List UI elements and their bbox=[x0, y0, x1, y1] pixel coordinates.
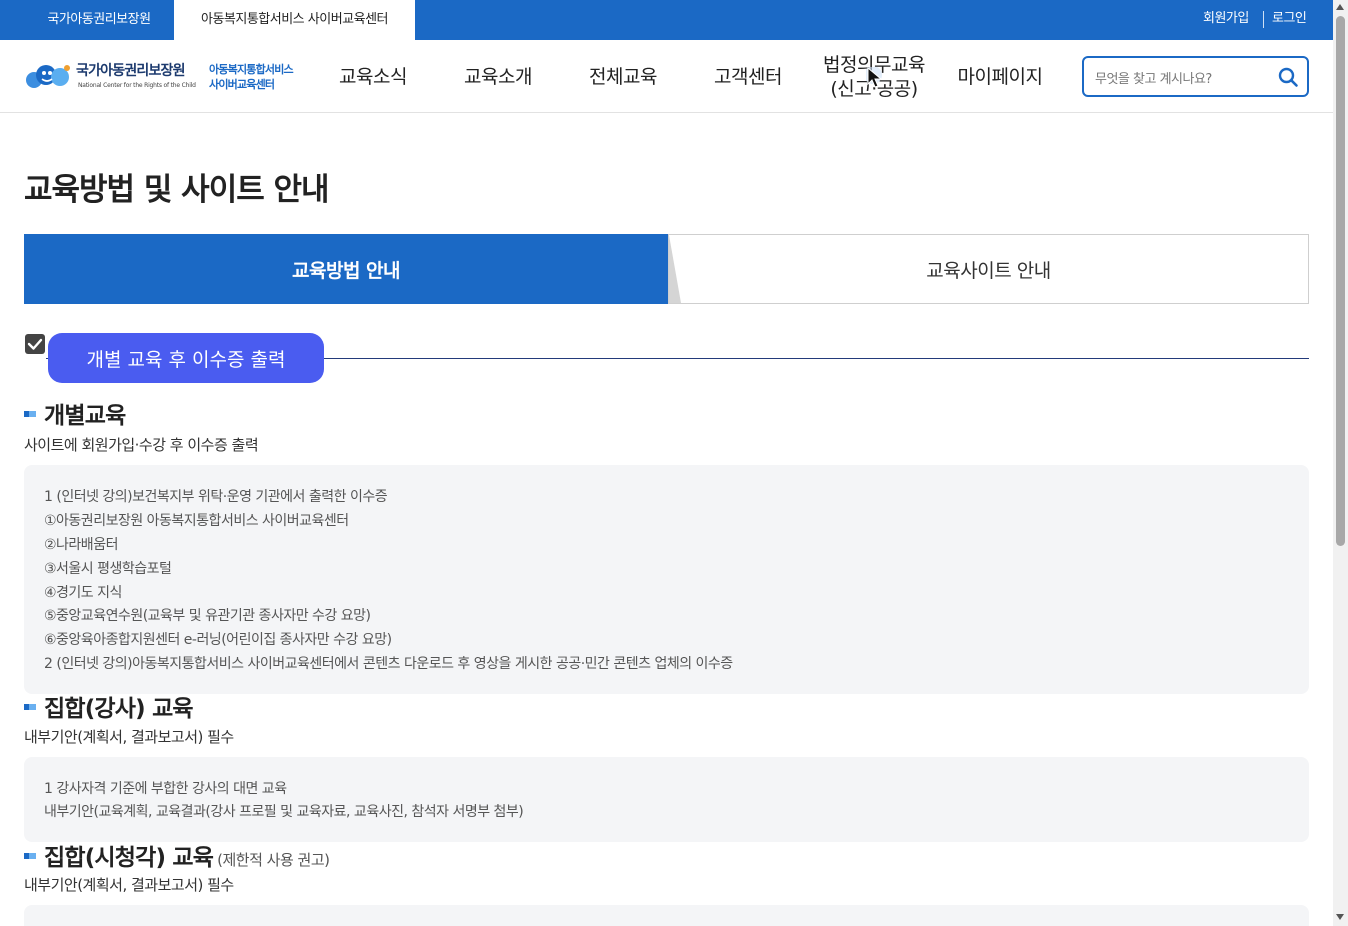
tab-edu-site[interactable]: 교육사이트 안내 bbox=[668, 234, 1309, 304]
nav-edu-news[interactable]: 교육소식 bbox=[322, 40, 424, 113]
content-tabs: 교육방법 안내 교육사이트 안내 bbox=[24, 234, 1309, 304]
tab-fold-shadow bbox=[669, 235, 681, 303]
section-heading-text: 집합(시청각) 교육 bbox=[44, 845, 214, 871]
info-box-group-instructor: 1 강사자격 기준에 부합한 강사의 대면 교육 내부기안(교육계획, 교육결과… bbox=[24, 757, 1309, 842]
mouse-cursor-icon bbox=[866, 67, 883, 88]
scroll-down-arrow-icon[interactable] bbox=[1336, 914, 1344, 920]
section-heading-note: (제한적 사용 권고) bbox=[217, 851, 330, 869]
section-heading-individual: 개별교육 bbox=[24, 396, 126, 430]
nav-edu-intro[interactable]: 교육소개 bbox=[447, 40, 549, 113]
logo-sub-line1: 아동복지통합서비스 bbox=[209, 63, 294, 76]
scroll-up-arrow-icon[interactable] bbox=[1336, 4, 1344, 10]
logo-name-en: National Center for the Rights of the Ch… bbox=[78, 82, 196, 89]
site-tab-ncrc[interactable]: 국가아동권리보장원 bbox=[24, 0, 174, 40]
info-line: ①아동권리보장원 아동복지통합서비스 사이버교육센터 bbox=[44, 513, 349, 529]
info-box-group-av bbox=[24, 905, 1309, 926]
tab-edu-method[interactable]: 교육방법 안내 bbox=[24, 234, 668, 304]
tab-edu-site-label: 교육사이트 안내 bbox=[926, 259, 1051, 282]
square-bullet-icon bbox=[24, 410, 36, 417]
signup-link[interactable]: 회원가입 bbox=[1203, 0, 1249, 40]
page-title: 교육방법 및 사이트 안내 bbox=[24, 172, 330, 208]
section-subtext: 사이트에 회원가입·수강 후 이수증 출력 bbox=[24, 436, 259, 454]
info-line: ④경기도 지식 bbox=[44, 585, 122, 601]
search-icon[interactable] bbox=[1277, 66, 1299, 88]
info-line: ③서울시 평생학습포털 bbox=[44, 561, 172, 577]
login-link[interactable]: 로그인 bbox=[1272, 0, 1307, 40]
top-utility-bar: 국가아동권리보장원 아동복지통합서비스 사이버교육센터 회원가입 로그인 bbox=[0, 0, 1333, 40]
info-line: ②나라배움터 bbox=[44, 537, 118, 553]
info-box-individual: 1 (인터넷 강의)보건복지부 위탁·운영 기관에서 출력한 이수증 ①아동권리… bbox=[24, 465, 1309, 694]
search-box[interactable]: 무엇을 찾고 계시나요? bbox=[1082, 56, 1309, 97]
checkbox-icon bbox=[25, 334, 45, 354]
scrollbar-thumb[interactable] bbox=[1336, 16, 1345, 546]
square-bullet-icon bbox=[24, 703, 36, 710]
section-heading-text: 집합(강사) 교육 bbox=[44, 696, 194, 722]
square-bullet-icon bbox=[24, 852, 36, 859]
site-tab-cyber-edu[interactable]: 아동복지통합서비스 사이버교육센터 bbox=[174, 0, 415, 40]
section-subtext: 내부기안(계획서, 결과보고서) 필수 bbox=[24, 728, 234, 746]
info-line: 1 강사자격 기준에 부합한 강사의 대면 교육 bbox=[44, 781, 287, 797]
site-header: 국가아동권리보장원 National Center for the Rights… bbox=[0, 40, 1333, 113]
util-divider bbox=[1263, 11, 1264, 28]
site-logo[interactable]: 국가아동권리보장원 National Center for the Rights… bbox=[24, 60, 304, 94]
badge-individual-cert: 개별 교육 후 이수증 출력 bbox=[48, 333, 324, 383]
logo-name-ko: 국가아동권리보장원 bbox=[76, 63, 186, 79]
section-heading-text: 개별교육 bbox=[44, 403, 126, 429]
nav-mypage[interactable]: 마이페이지 bbox=[945, 40, 1055, 113]
search-input[interactable]: 무엇을 찾고 계시나요? bbox=[1095, 68, 1212, 87]
info-line: 2 (인터넷 강의)아동복지통합서비스 사이버교육센터에서 콘텐츠 다운로드 후… bbox=[44, 656, 733, 672]
nav-customer-center[interactable]: 고객센터 bbox=[697, 40, 799, 113]
section-heading-group-instructor: 집합(강사) 교육 bbox=[24, 689, 194, 723]
info-line: ⑤중앙교육연수원(교육부 및 유관기관 종사자만 수강 요망) bbox=[44, 608, 371, 624]
info-line: 1 (인터넷 강의)보건복지부 위탁·운영 기관에서 출력한 이수증 bbox=[44, 489, 388, 505]
section-heading-group-av: 집합(시청각) 교육 (제한적 사용 권고) bbox=[24, 838, 330, 872]
section-subtext: 내부기안(계획서, 결과보고서) 필수 bbox=[24, 876, 234, 894]
info-line: 내부기안(교육계획, 교육결과(강사 프로필 및 교육자료, 교육사진, 참석자… bbox=[44, 804, 524, 820]
vertical-scrollbar[interactable] bbox=[1333, 0, 1348, 926]
logo-sub-line2: 사이버교육센터 bbox=[209, 78, 275, 91]
info-line: ⑥중앙육아종합지원센터 e-러닝(어린이집 종사자만 수강 요망) bbox=[44, 632, 392, 648]
child-logo-icon bbox=[26, 65, 70, 88]
nav-all-courses[interactable]: 전체교육 bbox=[572, 40, 674, 113]
